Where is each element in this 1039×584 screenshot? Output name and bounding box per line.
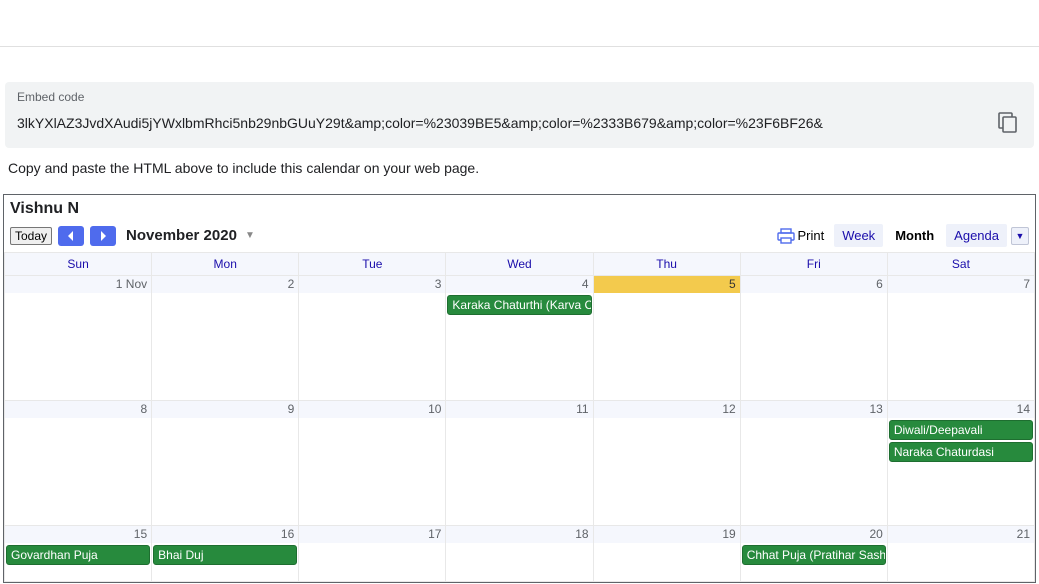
calendar-day-cell[interactable]: 19	[593, 526, 740, 582]
weekday-header: Sun	[5, 253, 152, 276]
calendar-frame: Vishnu N Today November 2020 ▼ Print Wee…	[3, 194, 1036, 583]
calendar-toolbar: Today November 2020 ▼ Print Week Month A…	[4, 221, 1035, 252]
embed-section: Embed code 3lkYXlAZ3JvdXAudi5jYWxlbmRhci…	[5, 82, 1034, 176]
calendar-event[interactable]: Naraka Chaturdasi	[889, 442, 1033, 462]
calendar-header: Vishnu N	[4, 195, 1035, 221]
weekday-header: Mon	[152, 253, 299, 276]
calendar-day-cell[interactable]: 16 Bhai Duj	[152, 526, 299, 582]
embed-code-row: 3lkYXlAZ3JvdXAudi5jYWxlbmRhci5nb29nbGUuY…	[17, 108, 1022, 138]
calendar-day-cell[interactable]: 1 Nov	[5, 276, 152, 401]
calendar-day-cell[interactable]: 11	[446, 401, 593, 526]
tab-week[interactable]: Week	[834, 224, 883, 247]
month-picker[interactable]: November 2020 ▼	[126, 227, 255, 244]
prev-month-button[interactable]	[58, 226, 84, 246]
calendar-day-cell[interactable]: 21	[887, 526, 1034, 582]
next-month-button[interactable]	[90, 226, 116, 246]
calendar-week-row: 1 Nov234 Karaka Chaturthi (Karva Chauth)5…	[5, 276, 1035, 401]
calendar-event[interactable]: Bhai Duj	[153, 545, 297, 565]
embed-code-text[interactable]: 3lkYXlAZ3JvdXAudi5jYWxlbmRhci5nb29nbGUuY…	[17, 115, 986, 131]
embed-label: Embed code	[17, 90, 1022, 104]
calendar-day-cell[interactable]: 10	[299, 401, 446, 526]
date-label: 14	[888, 401, 1034, 418]
calendar-day-cell[interactable]: 18	[446, 526, 593, 582]
calendar-day-cell[interactable]: 4 Karaka Chaturthi (Karva Chauth)	[446, 276, 593, 401]
calendar-event[interactable]: Govardhan Puja	[6, 545, 150, 565]
today-button[interactable]: Today	[10, 227, 52, 245]
date-label: 21	[888, 526, 1034, 543]
date-label: 2	[152, 276, 298, 293]
date-label: 18	[446, 526, 592, 543]
weekday-header: Thu	[593, 253, 740, 276]
weekday-header: Fri	[740, 253, 887, 276]
calendar-week-row: 891011121314 Diwali/DeepavaliNaraka Chatu…	[5, 401, 1035, 526]
calendar-title: Vishnu N	[10, 200, 1029, 218]
date-label: 10	[299, 401, 445, 418]
weekday-header: Tue	[299, 253, 446, 276]
calendar-grid: Sun Mon Tue Wed Thu Fri Sat 1 Nov234 Kara…	[4, 252, 1035, 582]
calendar-day-cell[interactable]: 6	[740, 276, 887, 401]
calendar-day-cell[interactable]: 13	[740, 401, 887, 526]
weekday-header: Sat	[887, 253, 1034, 276]
date-label: 17	[299, 526, 445, 543]
date-label: 15	[5, 526, 151, 543]
calendar-day-cell[interactable]: 14 Diwali/DeepavaliNaraka Chaturdasi	[887, 401, 1034, 526]
view-tabs: Week Month Agenda ▼	[830, 224, 1029, 247]
embed-code-box: Embed code 3lkYXlAZ3JvdXAudi5jYWxlbmRhci…	[5, 82, 1034, 148]
calendar-day-cell[interactable]: 9	[152, 401, 299, 526]
calendar-day-cell[interactable]: 17	[299, 526, 446, 582]
calendar-day-cell[interactable]: 20 Chhat Puja (Pratihar Sashthi/Surya Sas…	[740, 526, 887, 582]
calendar-day-cell[interactable]: 8	[5, 401, 152, 526]
tab-month[interactable]: Month	[887, 224, 942, 247]
date-label: 8	[5, 401, 151, 418]
view-dropdown-icon[interactable]: ▼	[1011, 227, 1029, 245]
calendar-event[interactable]: Chhat Puja (Pratihar Sashthi/Surya Sasht…	[742, 545, 886, 565]
date-label: 13	[741, 401, 887, 418]
print-label: Print	[797, 228, 824, 243]
calendar-event[interactable]: Diwali/Deepavali	[889, 420, 1033, 440]
tab-agenda[interactable]: Agenda	[946, 224, 1007, 247]
weekday-header-row: Sun Mon Tue Wed Thu Fri Sat	[5, 253, 1035, 276]
calendar-day-cell[interactable]: 7	[887, 276, 1034, 401]
calendar-day-cell[interactable]: 5	[593, 276, 740, 401]
page-top-divider	[0, 0, 1039, 47]
print-button[interactable]: Print	[777, 228, 824, 244]
date-label: 3	[299, 276, 445, 293]
date-label: 19	[594, 526, 740, 543]
embed-help-text: Copy and paste the HTML above to include…	[8, 160, 1034, 176]
copy-icon[interactable]	[994, 108, 1022, 138]
date-label: 12	[594, 401, 740, 418]
date-label: 9	[152, 401, 298, 418]
chevron-right-icon	[99, 231, 107, 241]
date-label: 6	[741, 276, 887, 293]
calendar-week-row: 15 Govardhan Puja16 Bhai Duj17181920 Chhat …	[5, 526, 1035, 582]
date-label: 20	[741, 526, 887, 543]
printer-icon	[777, 228, 795, 244]
date-label: 16	[152, 526, 298, 543]
calendar-event[interactable]: Karaka Chaturthi (Karva Chauth)	[447, 295, 591, 315]
date-label: 4	[446, 276, 592, 293]
date-label: 5	[594, 276, 740, 293]
chevron-down-icon: ▼	[245, 230, 255, 241]
chevron-left-icon	[67, 231, 75, 241]
date-label: 1 Nov	[5, 276, 151, 293]
calendar-day-cell[interactable]: 15 Govardhan Puja	[5, 526, 152, 582]
date-label: 7	[888, 276, 1034, 293]
month-label-text: November 2020	[126, 227, 237, 244]
calendar-day-cell[interactable]: 3	[299, 276, 446, 401]
date-label: 11	[446, 401, 592, 418]
calendar-day-cell[interactable]: 12	[593, 401, 740, 526]
weekday-header: Wed	[446, 253, 593, 276]
calendar-day-cell[interactable]: 2	[152, 276, 299, 401]
